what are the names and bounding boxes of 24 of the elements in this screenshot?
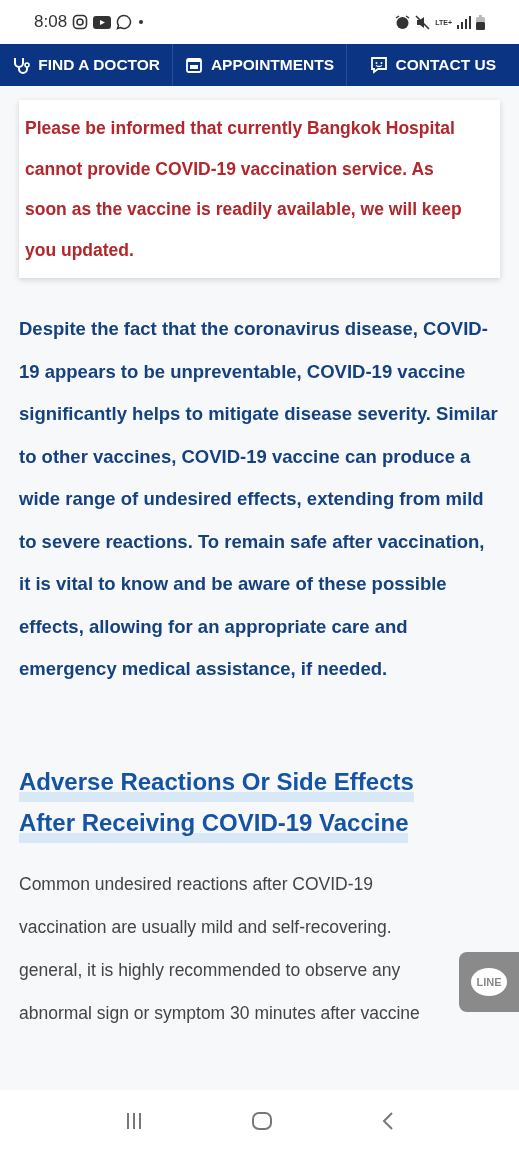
dot-icon — [137, 18, 146, 26]
intro-paragraph: Despite the fact that the coronavirus disease, COVID-19 appears to be unpreventable, COVID-19 vaccine significantly helps to mitigate disease severity. Similar to other vaccines, COVID-19 vaccine can produce a wide range of undesired effects, extending from mild to severe reactions. To remain safe after vaccination, it is vital to know and be aware of these possible effects, allowing for an appropriate care and emergency medical assistance, if needed. — [19, 317, 499, 681]
mute-icon — [415, 14, 431, 30]
calendar-icon — [184, 56, 203, 74]
chat-icon — [369, 56, 388, 74]
camera-icon — [72, 14, 89, 30]
notice-text: Please be informed that currently Bangkok Hospital cannot provide COVID-19 vaccination service. As soon as the vaccine is readily available, we will keep you updated. — [19, 100, 500, 278]
body-text-line: general, it is highly recommended to observe any — [19, 958, 401, 982]
play-icon — [93, 15, 112, 29]
battery-icon — [476, 14, 485, 30]
phone-chat-icon — [116, 14, 133, 30]
back-icon[interactable] — [381, 1111, 396, 1131]
body-text-line: abnormal sign or symptom 30 minutes after vaccine — [19, 1001, 420, 1025]
home-icon[interactable] — [251, 1111, 274, 1131]
chat-button[interactable]: LINE — [459, 952, 519, 1012]
body-text-line: Common undesired reactions after COVID-19 — [19, 872, 374, 896]
stethoscope-icon — [12, 56, 31, 74]
nav-tab[interactable]: CONTACT US — [346, 44, 519, 86]
body-text-line: vaccination are usually mild and self-recovering. — [19, 915, 392, 939]
nav-tab[interactable]: APPOINTMENTS — [173, 44, 347, 86]
clock-time: 8:08 — [34, 12, 68, 32]
nav-tab[interactable]: FIND A DOCTOR — [0, 44, 174, 86]
alarm-icon — [395, 14, 411, 30]
signal-icon — [457, 15, 471, 29]
